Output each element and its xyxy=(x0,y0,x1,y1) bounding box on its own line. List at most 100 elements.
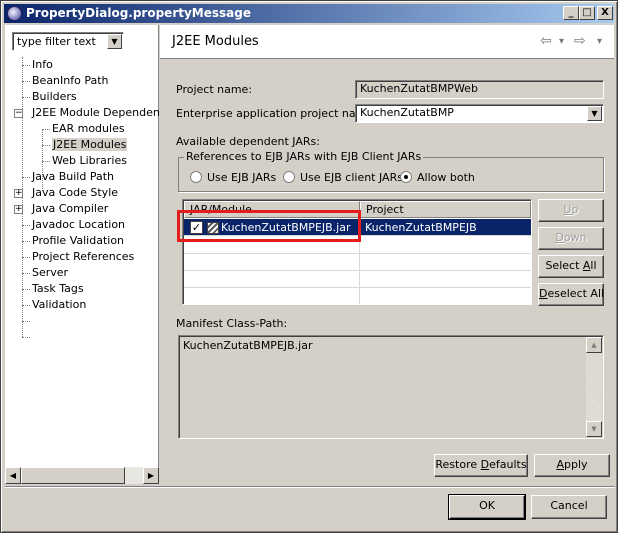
tree-item-task-tags[interactable]: Task Tags xyxy=(32,281,84,297)
minimize-button[interactable]: _ xyxy=(563,6,579,20)
tree-item-java-compiler[interactable]: + Java Compiler xyxy=(14,201,109,217)
radio-selected-icon[interactable] xyxy=(400,171,412,183)
tree-item-builders[interactable]: Builders xyxy=(32,89,77,105)
column-header-project[interactable]: Project xyxy=(360,201,531,218)
table-row[interactable]: ✓ KuchenZutatBMPEJB.jar KuchenZutatBMPEJ… xyxy=(184,219,531,236)
tree-item-web-libraries[interactable]: Web Libraries xyxy=(52,153,127,169)
page-title: J2EE Modules xyxy=(172,34,259,49)
filter-text[interactable]: type filter text xyxy=(17,35,96,48)
tree-item-label: Info xyxy=(32,58,53,71)
tree-item-label: BeanInfo Path xyxy=(32,74,109,87)
expand-icon[interactable]: + xyxy=(14,205,23,214)
radio-label: Allow both xyxy=(417,171,475,184)
maximize-button[interactable]: □ xyxy=(579,6,595,20)
apply-button[interactable]: Apply xyxy=(534,454,610,477)
scroll-down-icon[interactable]: ▼ xyxy=(586,421,602,437)
tree-line xyxy=(22,177,30,178)
down-button[interactable]: Down xyxy=(538,227,604,250)
up-button[interactable]: Up xyxy=(538,199,604,222)
tree-item-info[interactable]: Info xyxy=(32,57,53,73)
back-menu-icon[interactable]: ▾ xyxy=(559,36,564,47)
restore-defaults-button[interactable]: Restore Defaults xyxy=(434,454,528,477)
scroll-thumb[interactable] xyxy=(21,467,125,484)
tree-item-label: Java Code Style xyxy=(32,186,119,199)
radio-circle-icon[interactable] xyxy=(190,171,202,183)
property-dialog: PropertyDialog.propertyMessage _ □ X typ… xyxy=(0,0,618,533)
scroll-up-icon[interactable]: ▲ xyxy=(586,337,602,353)
tree-line xyxy=(22,289,30,290)
tree-item-java-code-style[interactable]: + Java Code Style xyxy=(14,185,119,201)
tree-line xyxy=(22,225,30,226)
tree-line xyxy=(22,273,30,274)
forward-menu-icon[interactable]: ▾ xyxy=(597,36,602,47)
dependent-jars-table[interactable]: JAR/Module Project ✓ KuchenZutatBMPEJB.j… xyxy=(182,199,532,305)
ear-project-value: KuchenZutatBMP xyxy=(360,106,454,119)
tree-line xyxy=(22,321,30,322)
group-title: References to EJB JARs with EJB Client J… xyxy=(184,150,424,163)
table-row-empty xyxy=(184,271,531,288)
tree-item-ear-modules[interactable]: EAR modules xyxy=(52,121,125,137)
tree-item-label: Web Libraries xyxy=(52,154,127,167)
tree-item-j2ee-modules[interactable]: J2EE Modules xyxy=(52,137,128,153)
tree-line xyxy=(22,337,30,338)
column-divider xyxy=(359,218,360,304)
select-all-button[interactable]: Select All xyxy=(538,255,604,278)
available-jars-label: Available dependent JARs: xyxy=(176,135,320,148)
project-cell: KuchenZutatBMPEJB xyxy=(365,221,477,234)
tree-item-label: Profile Validation xyxy=(32,234,125,247)
vertical-scrollbar[interactable]: ▲ ▼ xyxy=(586,337,602,437)
tree-item-server[interactable]: Server xyxy=(32,265,68,281)
tree-item-label: J2EE Modules xyxy=(52,138,128,151)
jar-name-cell: KuchenZutatBMPEJB.jar xyxy=(221,221,351,234)
back-arrow-icon[interactable]: ⇦ xyxy=(540,33,552,49)
tree-line xyxy=(22,65,30,66)
tree-item-project-references[interactable]: Project References xyxy=(32,249,134,265)
manifest-classpath-field[interactable]: KuchenZutatBMPEJB.jar ▲ ▼ xyxy=(178,335,604,439)
dropdown-arrow-icon[interactable]: ▼ xyxy=(587,106,602,121)
table-row-empty xyxy=(184,288,531,304)
tree-item-label: Server xyxy=(32,266,69,279)
tree-line xyxy=(22,257,30,258)
radio-allow-both[interactable]: Allow both xyxy=(400,171,475,185)
radio-label: Use EJB client JARs xyxy=(300,171,403,184)
filter-input[interactable]: type filter text ▼ xyxy=(12,32,124,51)
tree-item-label: Validation xyxy=(32,298,87,311)
jar-checkbox[interactable]: ✓ xyxy=(190,221,203,234)
cancel-button[interactable]: Cancel xyxy=(531,495,607,519)
radio-circle-icon[interactable] xyxy=(283,171,295,183)
project-name-field: KuchenZutatBMPWeb xyxy=(355,80,604,99)
deselect-all-button[interactable]: Deselect All xyxy=(538,283,604,306)
radio-label: Use EJB JARs xyxy=(207,171,277,184)
tree-line xyxy=(42,129,50,130)
footer-separator xyxy=(5,486,615,488)
tree-item-java-build-path[interactable]: Java Build Path xyxy=(32,169,114,185)
scroll-left-icon[interactable]: ◀ xyxy=(5,467,21,484)
ok-button[interactable]: OK xyxy=(448,494,526,520)
title-bar[interactable]: PropertyDialog.propertyMessage _ □ X xyxy=(4,4,614,23)
jar-file-icon xyxy=(207,222,219,234)
table-row-empty xyxy=(184,254,531,271)
tree-item-profile-validation[interactable]: Profile Validation xyxy=(32,233,124,249)
project-name-label: Project name: xyxy=(176,83,253,96)
scroll-right-icon[interactable]: ▶ xyxy=(143,467,159,484)
table-row-empty xyxy=(184,237,531,254)
horizontal-scrollbar[interactable]: ◀ ▶ xyxy=(5,467,159,484)
tree-item-j2ee-module-dependencies[interactable]: − J2EE Module Dependencies xyxy=(14,105,159,121)
tree-item-javadoc-location[interactable]: Javadoc Location xyxy=(32,217,125,233)
filter-dropdown-arrow-icon[interactable]: ▼ xyxy=(107,34,122,49)
window-title: PropertyDialog.propertyMessage xyxy=(26,6,251,20)
forward-arrow-icon[interactable]: ⇨ xyxy=(574,33,586,49)
tree-item-validation[interactable]: Validation xyxy=(32,297,86,313)
tree-item-label: J2EE Module Dependencies xyxy=(32,106,159,119)
tree-item-label: Java Compiler xyxy=(32,202,109,215)
tree-item-beaninfo-path[interactable]: BeanInfo Path xyxy=(32,73,109,89)
ear-project-select[interactable]: KuchenZutatBMP ▼ xyxy=(355,104,604,123)
eclipse-icon xyxy=(7,6,22,21)
radio-use-ejb-jars[interactable]: Use EJB JARs xyxy=(190,171,276,185)
collapse-icon[interactable]: − xyxy=(14,109,23,118)
column-header-jar-module[interactable]: JAR/Module xyxy=(184,201,360,218)
tree-line xyxy=(22,97,30,98)
close-button[interactable]: X xyxy=(597,6,613,20)
expand-icon[interactable]: + xyxy=(14,189,23,198)
radio-use-ejb-client-jars[interactable]: Use EJB client JARs xyxy=(283,171,403,185)
